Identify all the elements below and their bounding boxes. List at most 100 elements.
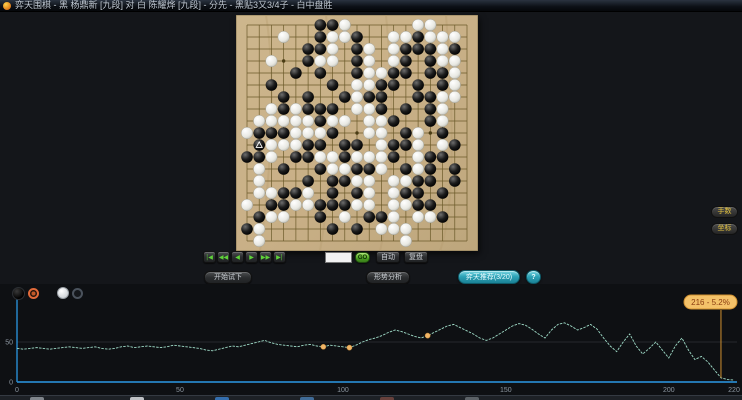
go-stone — [314, 126, 327, 139]
go-stone — [265, 127, 278, 139]
winrate-chart[interactable]: 0 50 0 50 100 150 200 220 216 - 5.2% — [0, 284, 742, 395]
go-stone — [399, 222, 412, 235]
go-stone — [412, 18, 425, 32]
black-winrate-radio[interactable] — [28, 287, 39, 299]
go-stone — [338, 18, 351, 32]
windows-taskbar[interactable] — [0, 395, 742, 400]
coordinates-toggle-button[interactable]: 坐标 — [711, 223, 738, 235]
go-stone — [436, 138, 449, 151]
x-tick-label: 0 — [15, 387, 19, 394]
go-stone — [375, 114, 388, 127]
go-stone — [436, 55, 449, 68]
nav-back-fast-button[interactable]: ◀◀ — [217, 251, 230, 263]
go-stone — [448, 67, 461, 80]
app-icon — [3, 1, 11, 10]
nav-back-button[interactable]: ◀ — [231, 251, 244, 263]
go-stone — [314, 43, 327, 55]
go-stone — [363, 91, 376, 103]
go-stone — [277, 187, 290, 199]
marked-move-dot[interactable] — [320, 343, 327, 350]
go-stone — [363, 43, 376, 56]
move-numbers-toggle-button[interactable]: 手数 — [711, 206, 738, 218]
go-stone — [412, 199, 424, 211]
go-stone — [448, 163, 461, 175]
go-stone — [363, 114, 376, 127]
go-stone — [265, 210, 278, 223]
marked-move-dot[interactable] — [346, 344, 353, 351]
help-button[interactable]: ? — [526, 270, 541, 284]
go-stone — [289, 126, 302, 139]
go-stone — [277, 210, 290, 223]
go-stone — [375, 67, 388, 80]
marked-move-dot[interactable] — [424, 332, 431, 339]
go-stone — [338, 210, 351, 223]
go-stone — [387, 174, 400, 187]
go-stone — [351, 67, 363, 79]
go-stone — [412, 187, 424, 199]
start-trial-button[interactable]: 开始试下 — [204, 271, 252, 284]
go-stone — [436, 187, 449, 199]
go-stone — [436, 127, 449, 139]
x-tick-label: 100 — [337, 387, 349, 394]
go-stone — [424, 199, 437, 211]
go-stone — [351, 223, 363, 235]
window-title: 弈天围棋 - 黑 杨鼎新 [九段] 对 白 陈耀烨 [九段] - 分先 - 黑贴… — [15, 0, 333, 10]
go-stone — [326, 223, 339, 235]
black-winrate-option[interactable] — [12, 286, 39, 300]
go-stone — [424, 115, 437, 127]
go-stone — [387, 55, 400, 68]
go-stone — [253, 186, 266, 199]
go-stone — [289, 114, 302, 127]
go-stone — [400, 103, 412, 115]
nav-forward-fast-button[interactable]: ▶▶ — [259, 251, 272, 263]
black-stone-icon — [12, 286, 25, 300]
go-stone — [338, 199, 351, 211]
go-stone — [326, 114, 339, 127]
go-stone — [314, 67, 327, 79]
nav-last-button[interactable]: ▶| — [273, 251, 286, 263]
go-board[interactable] — [235, 14, 479, 252]
go-stone — [351, 187, 363, 199]
go-stone — [400, 187, 412, 199]
go-stone — [314, 19, 327, 31]
go-stone — [387, 67, 400, 79]
move-number-input[interactable] — [325, 252, 352, 263]
go-stone — [363, 174, 376, 187]
go-stone — [302, 114, 315, 127]
cursor-tooltip-label: 216 - 5.2% — [691, 298, 730, 307]
auto-play-button[interactable]: 自动 — [376, 251, 400, 263]
go-stone — [290, 67, 302, 79]
go-stone — [277, 31, 290, 44]
go-stone — [277, 103, 290, 115]
go-stone — [424, 18, 437, 32]
go-stone — [326, 150, 339, 163]
go-board-canvas[interactable] — [235, 14, 479, 252]
go-stone — [350, 150, 363, 163]
go-stone — [338, 91, 351, 103]
go-stone — [350, 198, 363, 211]
white-winrate-radio[interactable] — [72, 287, 83, 299]
go-stone — [436, 43, 449, 56]
go-button[interactable]: GO — [355, 252, 370, 263]
nav-forward-button[interactable]: ▶ — [245, 251, 258, 263]
go-stone — [363, 150, 376, 163]
go-stone — [387, 43, 400, 56]
go-stone — [326, 55, 339, 68]
go-stone — [302, 198, 315, 211]
go-stone — [424, 151, 437, 163]
go-stone — [351, 31, 363, 43]
go-stone — [302, 186, 315, 199]
go-stone — [424, 55, 437, 67]
x-tick-label: 50 — [176, 387, 184, 394]
go-stone — [277, 91, 290, 103]
go-stone — [314, 31, 327, 43]
go-stone — [375, 91, 388, 103]
go-stone — [302, 139, 314, 151]
nav-first-button[interactable]: |◀ — [203, 251, 216, 263]
white-winrate-option[interactable] — [39, 287, 83, 299]
ai-recommend-button[interactable]: 弈天推荐(3/20) — [458, 270, 520, 284]
go-stone — [424, 31, 437, 44]
go-stone — [326, 31, 339, 44]
position-analysis-button[interactable]: 形势分析 — [366, 271, 410, 284]
replay-button[interactable]: 复盘 — [404, 251, 428, 263]
